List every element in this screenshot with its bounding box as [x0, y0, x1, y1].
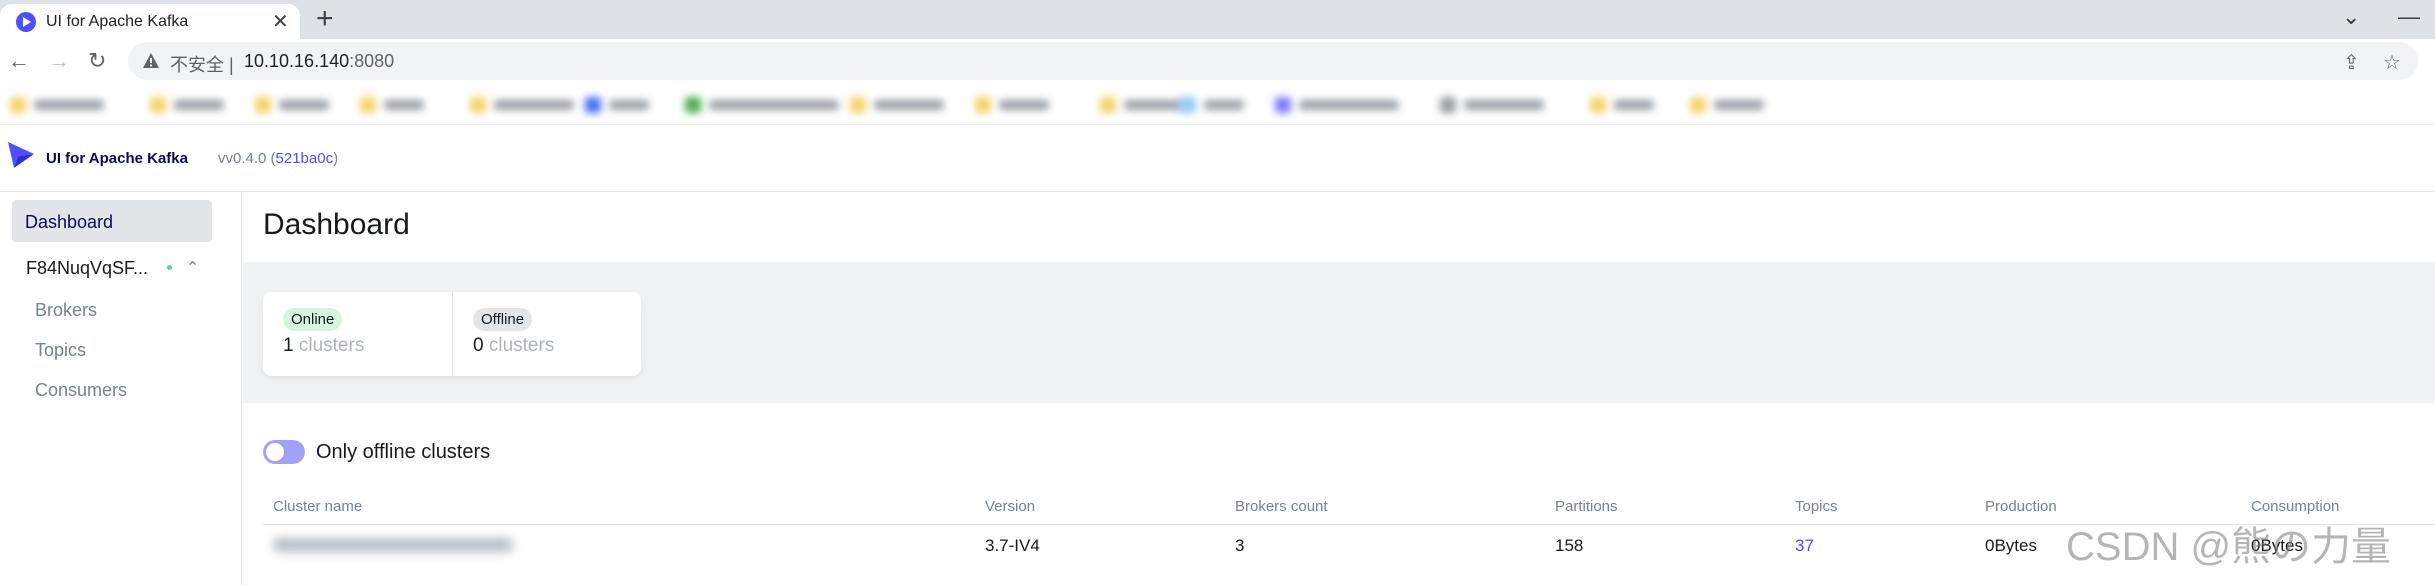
column-header-brokers-count: Brokers count: [1235, 498, 1328, 515]
kafka-ui-logo-icon[interactable]: [6, 140, 36, 170]
column-header-topics: Topics: [1795, 498, 1838, 515]
address-bar[interactable]: 不安全 | 10.10.16.140:8080 ⇪ ☆: [128, 42, 2418, 80]
sidebar-item-topics[interactable]: Topics: [35, 340, 86, 361]
app-header: UI for Apache Kafka vv0.4.0 (521ba0c): [0, 126, 2435, 192]
bookmark-item[interactable]: [255, 95, 329, 115]
url-text[interactable]: 10.10.16.140:8080: [244, 51, 394, 72]
bookmark-item[interactable]: [585, 95, 649, 115]
chevron-up-icon[interactable]: ⌄: [186, 256, 199, 276]
app-name[interactable]: UI for Apache Kafka: [46, 150, 188, 167]
sidebar: Dashboard F84NuqVqSF... ⌄ Brokers Topics…: [0, 192, 242, 585]
offline-tag: Offline: [473, 308, 533, 331]
security-label[interactable]: 不安全 |: [170, 51, 234, 77]
metrics-box: Online 1 clusters Offline 0 clusters: [263, 292, 641, 376]
bookmark-item[interactable]: [150, 95, 224, 115]
metric-offline: Offline 0 clusters: [452, 292, 641, 376]
bookmark-item[interactable]: [1180, 95, 1244, 115]
bookmark-item[interactable]: [1590, 95, 1654, 115]
new-tab-button[interactable]: +: [316, 2, 334, 36]
browser-toolbar: ← → ↻ 不安全 | 10.10.16.140:8080 ⇪ ☆: [0, 39, 2435, 85]
bookmark-item[interactable]: [1275, 95, 1399, 115]
bookmark-item[interactable]: [850, 95, 944, 115]
offline-clusters-toggle[interactable]: [263, 440, 305, 464]
back-arrow-icon[interactable]: ←: [8, 48, 30, 74]
cluster-online-dot: [167, 265, 172, 270]
metrics-section: Online 1 clusters Offline 0 clusters: [243, 262, 2435, 403]
bookmark-item[interactable]: [1690, 95, 1764, 115]
warning-icon: [143, 53, 159, 68]
bookmark-item[interactable]: [685, 95, 839, 115]
share-icon[interactable]: ⇪: [2343, 50, 2360, 75]
bookmark-item[interactable]: [975, 95, 1049, 115]
metric-online: Online 1 clusters: [263, 292, 452, 376]
cluster-name-cell-redacted[interactable]: [273, 538, 513, 552]
kafka-favicon-icon: [16, 12, 36, 32]
column-header-partitions: Partitions: [1555, 498, 1618, 515]
bookmark-item[interactable]: [1100, 95, 1184, 115]
star-icon[interactable]: ☆: [2383, 50, 2401, 75]
bookmark-item[interactable]: [470, 95, 574, 115]
column-header-consumption: Consumption: [2251, 498, 2340, 515]
metric-value: 1 clusters: [283, 335, 365, 356]
minimize-icon[interactable]: —: [2398, 4, 2420, 30]
metric-value: 0 clusters: [473, 335, 555, 356]
page-title: Dashboard: [263, 208, 410, 241]
reload-icon[interactable]: ↻: [88, 48, 106, 74]
cell-version: 3.7-IV4: [985, 536, 1040, 555]
browser-tabstrip: UI for Apache Kafka ✕ + ⌄ —: [0, 0, 2435, 39]
sidebar-cluster-name[interactable]: F84NuqVqSF...: [26, 258, 148, 279]
tab-search-icon[interactable]: ⌄: [2342, 4, 2360, 30]
bookmark-item[interactable]: [360, 95, 424, 115]
sidebar-item-consumers[interactable]: Consumers: [35, 380, 127, 401]
browser-tab[interactable]: UI for Apache Kafka ✕: [0, 4, 300, 39]
cell-production: 0Bytes: [1985, 536, 2037, 555]
column-header-production: Production: [1985, 498, 2057, 515]
column-header-cluster-name: Cluster name: [273, 498, 363, 515]
version-commit-link[interactable]: 521ba0c: [276, 150, 334, 167]
cell-partitions: 158: [1555, 536, 1584, 555]
forward-arrow-icon[interactable]: →: [48, 48, 70, 74]
cell-topics-link[interactable]: 37: [1795, 536, 1814, 556]
bookmark-item[interactable]: [1440, 95, 1544, 115]
close-tab-icon[interactable]: ✕: [272, 9, 289, 34]
cell-brokers-count: 3: [1235, 536, 1245, 555]
csdn-watermark: CSDN @熊の力量: [2066, 525, 2392, 569]
bookmarks-bar: [0, 85, 2435, 125]
app-version: vv0.4.0 (521ba0c): [218, 150, 339, 167]
toggle-knob: [266, 443, 284, 461]
bookmark-item[interactable]: [10, 95, 104, 115]
toggle-label: Only offline clusters: [316, 441, 491, 463]
column-header-version: Version: [985, 498, 1036, 515]
online-tag: Online: [283, 308, 343, 331]
sidebar-item-brokers[interactable]: Brokers: [35, 300, 97, 321]
sidebar-item-dashboard[interactable]: Dashboard: [12, 200, 212, 242]
tab-title: UI for Apache Kafka: [46, 13, 189, 30]
